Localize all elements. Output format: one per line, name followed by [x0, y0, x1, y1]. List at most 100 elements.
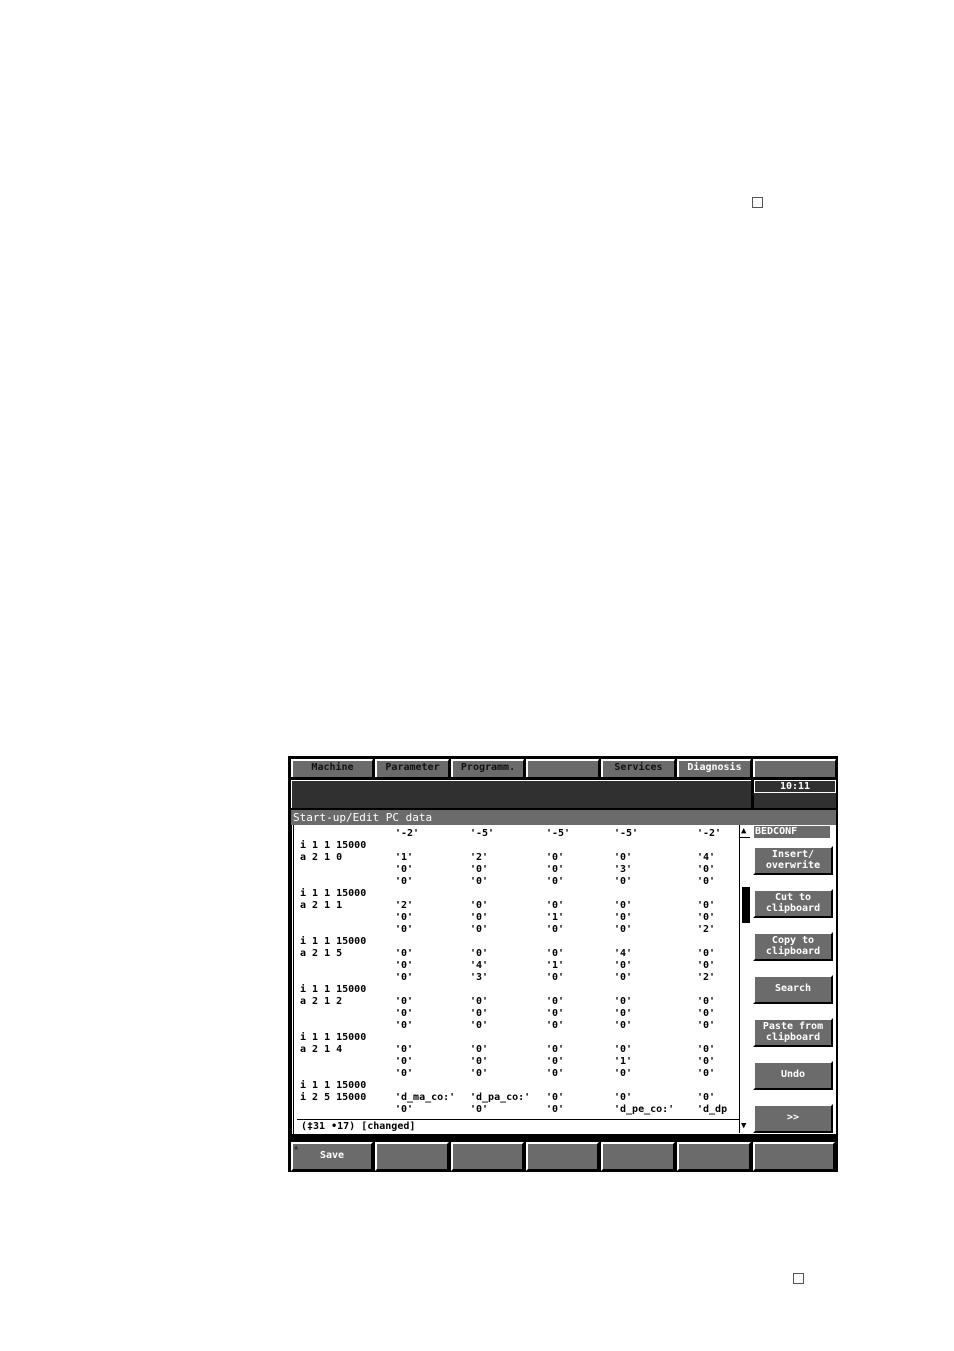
editor-cell: '0'	[546, 1056, 565, 1067]
editor-cell: '1'	[614, 1056, 633, 1067]
softkey-more[interactable]: >>	[753, 1104, 833, 1133]
softkey-save[interactable]: Save	[291, 1142, 373, 1171]
editor-cell: '0'	[697, 864, 716, 875]
horizontal-softkey-bar: Save ▲	[288, 1139, 838, 1172]
editor-cell: '-5'	[546, 828, 571, 839]
editor-cell: '0'	[614, 900, 633, 911]
editor-cell: '-2'	[395, 828, 420, 839]
softkey-search[interactable]: Search	[753, 975, 833, 1004]
editor-cell: 'd_pa_co:'	[470, 1092, 531, 1103]
softkey-empty-2[interactable]	[451, 1142, 524, 1171]
editor-cell: '0'	[470, 1104, 489, 1115]
scroll-down-icon[interactable]: ▼	[741, 1121, 746, 1131]
tab-diagnosis[interactable]: Diagnosis	[677, 759, 751, 777]
editor-cell: '0'	[697, 1092, 716, 1103]
tab-empty-3[interactable]	[526, 759, 599, 777]
editor-cell: '0'	[395, 1020, 414, 1031]
scroll-up-icon[interactable]: ▲	[741, 826, 746, 836]
editor-cell: '0'	[470, 1008, 489, 1019]
editor-cell: '0'	[546, 924, 565, 935]
editor-cell: '0'	[614, 1044, 633, 1055]
editor-cell: '0'	[697, 1008, 716, 1019]
vertical-softkey-panel: BEDCONF Insert/ overwrite Cut to clipboar…	[750, 825, 836, 1134]
editor-cell: '0'	[395, 1008, 414, 1019]
softkey-empty-3[interactable]	[526, 1142, 599, 1171]
recall-icon: ▲	[294, 1143, 299, 1151]
editor-cell: '0'	[614, 1092, 633, 1103]
editor-line-label: i 1 1 15000	[300, 1080, 367, 1091]
text-editor[interactable]: '-2' '-5' '-5' '-5' '-2' i 1 1 15000 a 2 1 0'1…	[291, 825, 753, 1134]
editor-cell: '0'	[395, 960, 414, 971]
softkey-paste-from-clipboard[interactable]: Paste from clipboard	[753, 1018, 833, 1047]
editor-cell: '0'	[697, 1068, 716, 1079]
editor-cell: '0'	[697, 1020, 716, 1031]
editor-line-label: a 2 1 2	[300, 996, 343, 1007]
editor-cell: '-5'	[470, 828, 495, 839]
editor-cell: '0'	[546, 972, 565, 983]
editor-cell: '0'	[470, 1044, 489, 1055]
tab-programm[interactable]: Programm.	[451, 759, 524, 777]
editor-cell: '0'	[470, 924, 489, 935]
editor-cell: '3'	[614, 864, 633, 875]
editor-cell: '2'	[697, 924, 716, 935]
editor-cell: '0'	[697, 948, 716, 959]
softkey-copy-to-clipboard[interactable]: Copy to clipboard	[753, 932, 833, 961]
editor-cell: '0'	[470, 900, 489, 911]
editor-cell: '4'	[614, 948, 633, 959]
editor-cell: '0'	[546, 996, 565, 1007]
editor-line-label: i 1 1 15000	[300, 888, 367, 899]
editor-cell: '0'	[697, 1056, 716, 1067]
page-mark-top	[752, 197, 763, 208]
editor-cell: '0'	[470, 864, 489, 875]
tab-parameter[interactable]: Parameter	[375, 759, 449, 777]
softkey-empty-6[interactable]	[753, 1142, 835, 1171]
editor-cell: '0'	[614, 1020, 633, 1031]
editor-cell: '0'	[546, 1104, 565, 1115]
editor-cell: '0'	[395, 972, 414, 983]
editor-cell: '0'	[614, 972, 633, 983]
editor-cell: '0'	[470, 1068, 489, 1079]
editor-cell: '0'	[395, 1044, 414, 1055]
editor-cell: '0'	[395, 1104, 414, 1115]
editor-cell: '0'	[395, 1056, 414, 1067]
editor-cell: '0'	[614, 912, 633, 923]
editor-line-label: a 2 1 0	[300, 852, 343, 863]
editor-line-label: i 1 1 15000	[300, 936, 367, 947]
editor-cell: '0'	[614, 996, 633, 1007]
tab-machine[interactable]: Machine	[291, 759, 373, 777]
tab-services[interactable]: Services	[601, 759, 675, 777]
editor-cell: '1'	[546, 960, 565, 971]
editor-cell: 'd_dp	[697, 1104, 728, 1115]
softkey-empty-4[interactable]	[601, 1142, 675, 1171]
softkey-insert-overwrite[interactable]: Insert/ overwrite	[753, 846, 833, 875]
editor-line-label: a 2 1 5	[300, 948, 343, 959]
editor-cell: '0'	[697, 996, 716, 1007]
editor-cell: '0'	[546, 1008, 565, 1019]
tab-empty-6[interactable]	[753, 759, 836, 777]
editor-cell: '0'	[470, 948, 489, 959]
editor-cell: '0'	[697, 960, 716, 971]
clock-area	[754, 793, 836, 808]
softkey-cut-to-clipboard[interactable]: Cut to clipboard	[753, 889, 833, 918]
editor-cell: '0'	[470, 996, 489, 1007]
softkey-undo[interactable]: Undo	[753, 1061, 833, 1090]
editor-cell: '-2'	[697, 828, 722, 839]
editor-cell: '0'	[395, 864, 414, 875]
file-name: BEDCONF	[754, 826, 830, 838]
editor-cell: '0'	[614, 924, 633, 935]
message-bar	[291, 780, 751, 808]
softkey-empty-5[interactable]	[677, 1142, 751, 1171]
editor-cell: '0'	[697, 876, 716, 887]
editor-cell: '0'	[546, 1020, 565, 1031]
editor-cell: '1'	[395, 852, 414, 863]
editor-cell: '0'	[395, 876, 414, 887]
editor-cell: '0'	[697, 1044, 716, 1055]
editor-cell: '0'	[697, 912, 716, 923]
editor-cell: '0'	[546, 1044, 565, 1055]
editor-cell: '0'	[470, 1056, 489, 1067]
editor-cell: '0'	[614, 852, 633, 863]
editor-cell: '4'	[470, 960, 489, 971]
softkey-empty-1[interactable]	[375, 1142, 449, 1171]
editor-cell: '0'	[395, 924, 414, 935]
editor-cell: 'd_ma_co:'	[395, 1092, 456, 1103]
